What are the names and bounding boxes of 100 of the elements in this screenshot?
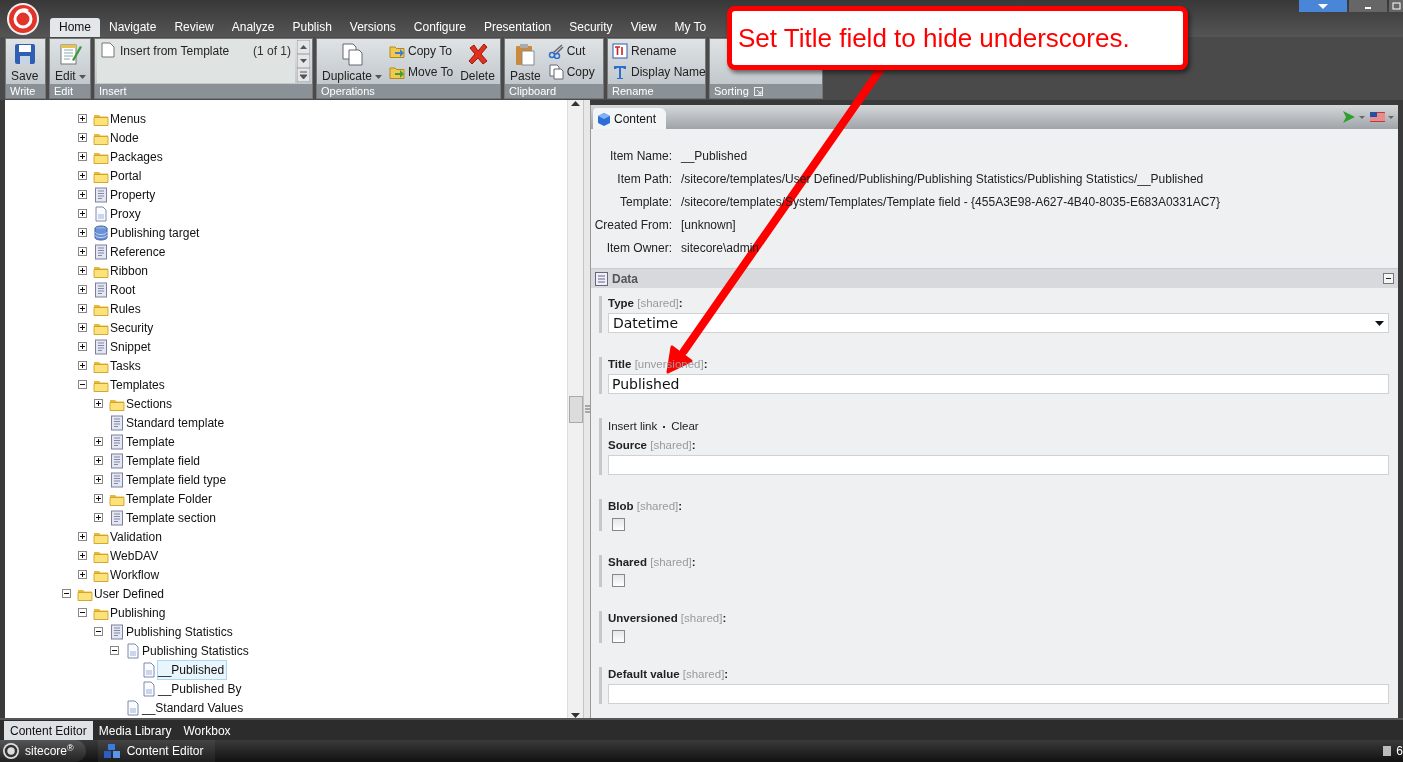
- tree-item[interactable]: WebDAV: [109, 545, 162, 566]
- start-button[interactable]: sitecore$^{®}$: [0, 740, 86, 762]
- expand-icon[interactable]: [78, 323, 87, 332]
- ribbon-tab[interactable]: Versions: [340, 18, 405, 37]
- collapse-icon[interactable]: [1383, 273, 1394, 284]
- tree-item[interactable]: Tasks: [109, 355, 144, 376]
- expand-icon[interactable]: [78, 570, 87, 579]
- ribbon-tab[interactable]: View: [621, 18, 666, 37]
- dropdown[interactable]: Datetime: [608, 313, 1389, 333]
- dropdown-icon[interactable]: [1299, 0, 1347, 12]
- taskbar-button[interactable]: Content Editor: [97, 740, 216, 762]
- tree-item[interactable]: Validation: [109, 526, 165, 547]
- tree-item[interactable]: Node: [109, 127, 142, 148]
- maximize-icon[interactable]: [1389, 0, 1403, 12]
- ribbon-tab[interactable]: My To: [665, 18, 716, 37]
- ribbon-tab[interactable]: Review: [165, 18, 223, 37]
- link[interactable]: Clear: [671, 418, 699, 436]
- tree-item[interactable]: Publishing: [109, 602, 169, 623]
- checkbox[interactable]: [612, 630, 625, 644]
- tree-item[interactable]: Template Folder: [125, 488, 216, 509]
- scroll-down-icon[interactable]: [297, 54, 310, 68]
- tree-item[interactable]: Publishing Statistics: [141, 640, 252, 661]
- expand-icon[interactable]: [94, 513, 103, 522]
- menu-button[interactable]: Duplicate: [319, 40, 386, 83]
- tree-item[interactable]: Snippet: [109, 336, 154, 357]
- expand-icon[interactable]: [78, 114, 87, 123]
- input-field[interactable]: [608, 684, 1389, 705]
- tree-item[interactable]: Security: [109, 317, 157, 338]
- expand-icon[interactable]: [78, 285, 87, 294]
- tree-item[interactable]: Reference: [109, 241, 169, 262]
- ribbon-tab[interactable]: Configure: [404, 18, 475, 37]
- tree-item[interactable]: Workflow: [109, 564, 163, 585]
- scroll-up-icon[interactable]: [297, 40, 310, 54]
- expand-gallery-icon[interactable]: [297, 68, 310, 82]
- toolbar-button[interactable]: Rename: [610, 41, 708, 60]
- toolbar-button[interactable]: Delete: [457, 40, 498, 83]
- ribbon-tab[interactable]: Security: [560, 18, 622, 37]
- ribbon-tab[interactable]: Publish: [283, 18, 341, 37]
- tree-item[interactable]: Rules: [109, 298, 144, 319]
- tree-item[interactable]: __Standard Values: [141, 697, 247, 718]
- checkbox[interactable]: [612, 518, 625, 532]
- input-field[interactable]: [608, 455, 1389, 476]
- tree-item[interactable]: Root: [109, 279, 139, 300]
- expand-icon[interactable]: [78, 266, 87, 275]
- tree-item[interactable]: Template section: [125, 507, 220, 528]
- expand-icon[interactable]: [78, 228, 87, 237]
- expand-icon[interactable]: [78, 152, 87, 161]
- app-tab[interactable]: Content Editor: [4, 721, 93, 740]
- scrollbar-thumb[interactable]: [568, 395, 583, 423]
- ribbon-tab[interactable]: Navigate: [100, 18, 166, 37]
- toolbar-button[interactable]: Paste: [507, 40, 544, 83]
- expand-icon[interactable]: [94, 399, 103, 408]
- menu-button[interactable]: Edit: [52, 40, 89, 83]
- toolbar-button[interactable]: Display Name: [610, 63, 708, 82]
- content-tab[interactable]: Content: [593, 108, 667, 129]
- expand-icon[interactable]: [94, 456, 103, 465]
- tree-item[interactable]: Template field: [125, 450, 204, 471]
- app-tab[interactable]: Media Library: [92, 721, 178, 740]
- tree-item[interactable]: __Published: [157, 659, 228, 680]
- expand-icon[interactable]: [94, 437, 103, 446]
- expand-icon[interactable]: [78, 133, 87, 142]
- expand-icon[interactable]: [78, 209, 87, 218]
- expand-icon[interactable]: [94, 475, 103, 484]
- collapse-icon[interactable]: [78, 380, 87, 389]
- expand-icon[interactable]: [78, 361, 87, 370]
- tree-item[interactable]: Proxy: [109, 203, 144, 224]
- toolbar-button[interactable]: Copy: [545, 63, 597, 82]
- tree-item[interactable]: Template field type: [125, 469, 230, 490]
- ribbon-tab[interactable]: Home: [50, 18, 100, 37]
- tree-item[interactable]: Packages: [109, 146, 166, 167]
- tree-item[interactable]: Publishing target: [109, 222, 203, 243]
- expand-icon[interactable]: [78, 304, 87, 313]
- toolbar-button[interactable]: Save: [8, 40, 42, 83]
- flag-icon[interactable]: [1369, 110, 1395, 124]
- expand-icon[interactable]: [78, 247, 87, 256]
- link[interactable]: Insert link: [608, 418, 658, 436]
- expand-icon[interactable]: [78, 190, 87, 199]
- tree-item[interactable]: Menus: [109, 108, 150, 129]
- tree-item[interactable]: __Published By: [157, 678, 245, 699]
- collapse-icon[interactable]: [110, 646, 119, 655]
- toolbar-button[interactable]: Move To: [387, 63, 456, 82]
- app-tab[interactable]: Workbox: [177, 721, 237, 740]
- toolbar-button[interactable]: Copy To: [387, 41, 456, 60]
- expand-icon[interactable]: [94, 494, 103, 503]
- ribbon-tab[interactable]: Analyze: [222, 18, 284, 37]
- tree-item[interactable]: Template: [125, 431, 178, 452]
- scrollbar[interactable]: [567, 100, 583, 718]
- tree-item[interactable]: Ribbon: [109, 260, 152, 281]
- collapse-icon[interactable]: [62, 589, 71, 598]
- dialog-launcher-icon[interactable]: [753, 86, 763, 96]
- tree-item[interactable]: Sections: [125, 393, 176, 414]
- expand-icon[interactable]: [78, 532, 87, 541]
- toolbar-button[interactable]: Cut: [545, 41, 597, 60]
- collapse-icon[interactable]: [78, 608, 87, 617]
- collapse-icon[interactable]: [94, 627, 103, 636]
- minimize-icon[interactable]: [1349, 0, 1387, 12]
- ribbon-tab[interactable]: Presentation: [474, 18, 561, 37]
- tree-item[interactable]: Standard template: [125, 412, 228, 433]
- gallery-item[interactable]: Insert from Template: [101, 42, 230, 81]
- tree-item[interactable]: Portal: [109, 165, 145, 186]
